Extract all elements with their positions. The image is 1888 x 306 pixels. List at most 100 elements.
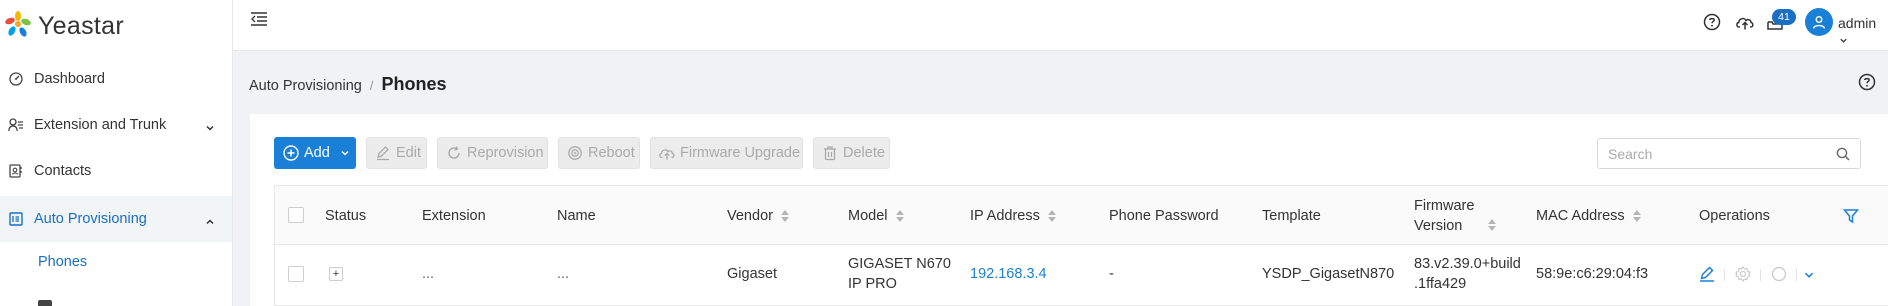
sidebar-item-dashboard[interactable]: Dashboard	[0, 56, 232, 102]
cell-firmware-line1: 83.v2.39.0+build	[1414, 256, 1521, 272]
edit-button-label: Edit	[396, 145, 421, 161]
cell-firmware-version: 83.v2.39.0+build .1ffa429	[1414, 245, 1521, 303]
column-ip-address: IP Address	[970, 207, 1040, 224]
edit-button[interactable]: Edit	[366, 137, 427, 169]
column-vendor: Vendor	[727, 207, 773, 224]
column-vendor-header[interactable]: Vendor	[727, 186, 789, 245]
sidebar-item-label: Extension and Trunk	[34, 117, 167, 133]
users-icon	[8, 117, 24, 133]
sidebar-subitem-phones[interactable]: Phones	[0, 242, 232, 282]
firmware-upgrade-button[interactable]: Firmware Upgrade	[650, 137, 803, 169]
trash-icon	[821, 144, 839, 162]
auto-provisioning-icon	[8, 211, 24, 227]
column-ip-address-header[interactable]: IP Address	[970, 186, 1056, 245]
yeastar-logo[interactable]: Yeastar	[0, 6, 124, 46]
reboot-button[interactable]: Reboot	[558, 137, 640, 169]
sort-icon[interactable]	[1632, 209, 1641, 222]
column-name: Name	[557, 207, 596, 224]
cell-phone-password: -	[1109, 266, 1114, 282]
column-firmware-version-line2: Version	[1414, 217, 1463, 234]
page-help-icon[interactable]	[1858, 73, 1876, 91]
reprovision-button[interactable]: Reprovision	[437, 137, 548, 169]
cell-ip-address-link[interactable]: 192.168.3.4	[970, 245, 1047, 303]
cloud-upload-icon	[658, 144, 676, 162]
reboot-icon	[566, 144, 584, 162]
sidebar: Yeastar Dashboard Extension and Trunk Co…	[0, 0, 233, 306]
sidebar-item-contacts[interactable]: Contacts	[0, 148, 232, 194]
phones-table: Status Extension Name Vendor Model IP Ad…	[274, 185, 1888, 306]
column-model-header[interactable]: Model	[848, 186, 904, 245]
dashboard-icon	[8, 71, 24, 87]
sidebar-item-label: Dashboard	[34, 71, 105, 87]
settings-icon[interactable]	[1734, 265, 1752, 283]
search-box	[1597, 138, 1861, 169]
user-menu[interactable]: admin	[1838, 15, 1888, 48]
search-icon[interactable]	[1836, 147, 1850, 161]
sort-icon[interactable]	[895, 209, 904, 222]
search-input[interactable]	[1608, 144, 1828, 164]
cell-mac-address: 58:9e:c6:29:04:f3	[1536, 266, 1649, 282]
column-template: Template	[1262, 207, 1321, 224]
cell-firmware-line2: .1ffa429	[1414, 276, 1467, 292]
page-title: Phones	[381, 74, 447, 94]
cell-vendor: Gigaset	[727, 266, 777, 282]
divider	[1796, 269, 1797, 281]
delete-button-label: Delete	[843, 145, 885, 161]
sidebar-item-extension-and-trunk[interactable]: Extension and Trunk	[0, 102, 232, 148]
sidebar-item-auto-provisioning[interactable]: Auto Provisioning	[0, 196, 232, 242]
cell-extension: ...	[422, 266, 435, 282]
menu-collapse-icon[interactable]	[250, 11, 268, 27]
column-extension: Extension	[422, 207, 486, 224]
table-row[interactable]: + ... ... Gigaset GIGASET N670 IP PRO 19…	[275, 245, 1888, 306]
brand-name: Yeastar	[38, 11, 124, 40]
sort-icon[interactable]	[1047, 209, 1056, 222]
help-icon[interactable]	[1703, 13, 1721, 31]
notification-badge: 41	[1772, 9, 1796, 25]
table-header: Status Extension Name Vendor Model IP Ad…	[275, 186, 1888, 245]
divider	[1724, 269, 1725, 281]
delete-button[interactable]: Delete	[813, 137, 890, 169]
cloud-upload-icon[interactable]	[1735, 13, 1754, 31]
edit-icon[interactable]	[1698, 265, 1716, 283]
cell-model: GIGASET N670 IP PRO	[848, 245, 951, 303]
sort-icon[interactable]	[780, 209, 789, 222]
breadcrumb-auto-provisioning[interactable]: Auto Provisioning	[249, 78, 362, 94]
column-mac-address-header[interactable]: MAC Address	[1536, 186, 1641, 245]
contacts-icon	[8, 163, 24, 179]
sidebar-item-label: Contacts	[34, 163, 92, 179]
user-avatar[interactable]	[1805, 8, 1833, 36]
chevron-down-icon	[1839, 32, 1848, 48]
column-model: Model	[848, 207, 888, 224]
top-bar	[233, 0, 1888, 51]
chevron-down-icon[interactable]	[1803, 268, 1821, 286]
column-firmware-version-header[interactable]: Firmware Version	[1414, 186, 1524, 245]
column-phone-password: Phone Password	[1109, 207, 1219, 224]
sidebar-subitem-label: Phones	[38, 254, 88, 270]
select-all-checkbox[interactable]	[288, 207, 304, 223]
firmware-upgrade-button-label: Firmware Upgrade	[680, 145, 801, 161]
row-checkbox[interactable]	[288, 266, 304, 282]
reboot-button-label: Reboot	[588, 145, 635, 161]
cell-model-line2: IP PRO	[848, 276, 897, 292]
chevron-down-icon	[205, 120, 215, 131]
reprovision-button-label: Reprovision	[467, 145, 544, 161]
breadcrumb-separator: /	[369, 78, 374, 93]
column-mac-address: MAC Address	[1536, 207, 1625, 224]
add-button-label: Add	[304, 145, 330, 161]
edit-icon	[374, 144, 392, 162]
column-firmware-version-line1: Firmware	[1414, 197, 1475, 214]
refresh-icon	[445, 144, 463, 162]
expand-row-icon[interactable]: +	[329, 267, 343, 281]
cell-model-line1: GIGASET N670	[848, 256, 951, 272]
breadcrumb: Auto Provisioning / Phones	[249, 74, 446, 95]
chevron-down-icon	[340, 148, 350, 158]
user-name: admin	[1838, 15, 1877, 31]
sort-icon[interactable]	[1488, 218, 1497, 231]
add-button[interactable]: Add	[274, 137, 356, 169]
yeastar-logo-icon	[5, 11, 31, 37]
divider	[1760, 269, 1761, 281]
filter-icon[interactable]	[1843, 186, 1859, 245]
sidebar-item-label: Auto Provisioning	[34, 211, 147, 227]
cell-template: YSDP_GigasetN870	[1262, 266, 1395, 282]
reprovision-icon[interactable]	[1770, 265, 1788, 283]
